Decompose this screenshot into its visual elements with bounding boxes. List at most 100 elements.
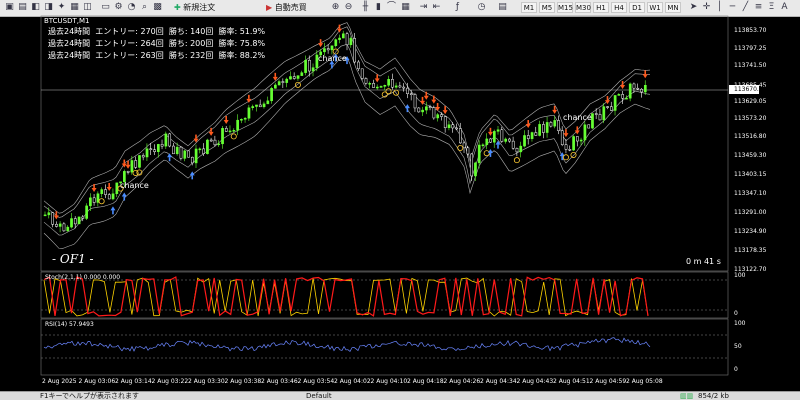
- buy-arrow-stem: [406, 108, 409, 113]
- current-price-label: 113670.30: [734, 86, 767, 93]
- candle-body: [240, 119, 243, 121]
- sell-arrow-icon: [91, 187, 97, 192]
- time-tick-label: 2 Aug 05:08: [626, 378, 663, 385]
- candle-body: [274, 84, 277, 89]
- status-profile[interactable]: Default: [306, 392, 332, 400]
- candle-body: [617, 94, 621, 96]
- candle-body: [247, 107, 251, 119]
- candle-body: [183, 150, 187, 159]
- buy-arrow-icon: [404, 104, 410, 109]
- candle-body: [85, 205, 88, 219]
- candle-body: [542, 124, 545, 133]
- candle-body: [130, 160, 134, 173]
- candle-body: [66, 226, 70, 232]
- candle-body: [515, 148, 519, 153]
- candle-body: [572, 136, 575, 151]
- sell-arrow-stem: [210, 127, 212, 132]
- candle-body: [168, 133, 172, 147]
- price-tick-label: 113347.10: [734, 190, 767, 197]
- sell-arrow-stem: [436, 103, 439, 108]
- mt4-window: ▣ ▤ ◧ ◨ ✦ ▦ ◫ ▭ ⚙ ◔ ⌕ ▩ ✚ 新規注文 ▶ 自動売買 ⊕ …: [0, 0, 800, 400]
- candle-body: [466, 147, 470, 155]
- candle-body: [236, 119, 239, 131]
- candle-body: [77, 216, 81, 225]
- candle-body: [251, 106, 255, 109]
- price-tick-label: 113178.35: [734, 247, 767, 254]
- sell-arrow-stem: [93, 183, 95, 188]
- candle-body: [353, 38, 356, 63]
- candle-body: [489, 138, 492, 143]
- candle-body: [330, 45, 334, 51]
- time-tick-label: 2 Aug 04:18: [407, 378, 444, 385]
- time-tick-label: 2 Aug 03:22: [151, 378, 189, 385]
- candle-body: [55, 224, 58, 227]
- candle-body: [511, 140, 515, 149]
- candle-body: [391, 79, 394, 88]
- status-bar: F1キーでヘルプが表示されます Default ▥▥ 854/2 kb: [0, 391, 800, 400]
- candle-body: [640, 88, 643, 93]
- candle-body: [194, 148, 198, 164]
- sell-arrow-stem: [425, 91, 428, 96]
- stats-line-3: 過去24時間 エントリー: 263回 勝ち: 232回 勝率: 88.2%: [48, 51, 266, 60]
- sell-arrow-stem: [433, 95, 435, 100]
- candle-body: [481, 144, 485, 147]
- sell-arrow-stem: [444, 106, 446, 111]
- time-tick-label: 2 Aug 04:43: [516, 378, 554, 385]
- time-tick-label: 2 Aug 03:30: [188, 378, 225, 385]
- price-tick-label: 113403.15: [734, 171, 767, 178]
- time-tick-label: 2 Aug 03:06: [78, 378, 116, 385]
- candle-body: [451, 124, 455, 129]
- candle-body: [606, 106, 609, 108]
- candle-body: [538, 124, 541, 136]
- sell-arrow-icon: [374, 78, 380, 83]
- buy-arrow-stem: [168, 157, 171, 162]
- sell-arrow-stem: [489, 127, 492, 132]
- price-tick-label: 113797.25: [734, 45, 767, 52]
- buy-arrow-stem: [561, 156, 563, 161]
- sell-arrow-stem: [606, 96, 609, 101]
- candle-body: [285, 78, 289, 83]
- candle-body: [360, 68, 364, 79]
- candle-body: [387, 79, 390, 86]
- candle-body: [175, 146, 179, 155]
- sell-arrow-icon: [125, 164, 131, 169]
- candle-body: [496, 129, 500, 132]
- candle-body: [292, 76, 296, 79]
- chance-label: chance: [318, 54, 347, 63]
- sell-arrow-icon: [272, 76, 278, 81]
- price-tick-label: 113516.80: [734, 133, 767, 140]
- time-tick-label: 2 Aug 03:54: [297, 378, 335, 385]
- candle-body: [107, 194, 111, 200]
- exit-circle-icon: [513, 157, 520, 164]
- sell-arrow-stem: [225, 116, 227, 121]
- sell-arrow-stem: [123, 159, 126, 164]
- sell-arrow-icon: [336, 28, 342, 33]
- candle-body: [138, 155, 141, 168]
- rsi-scale-top: 100: [734, 320, 746, 327]
- buy-arrow-icon: [167, 153, 173, 158]
- candle-body: [413, 94, 417, 109]
- sell-arrow-icon: [193, 138, 199, 143]
- candle-body: [255, 104, 258, 107]
- sell-arrow-stem: [565, 129, 567, 134]
- sell-arrow-stem: [195, 134, 197, 139]
- candle-body: [104, 189, 107, 195]
- candle-body: [364, 78, 368, 84]
- sell-arrow-icon: [525, 124, 531, 129]
- sell-arrow-icon: [431, 99, 437, 104]
- sell-arrow-icon: [487, 131, 493, 136]
- buy-arrow-stem: [489, 152, 492, 157]
- price-tick-label: 113291.00: [734, 209, 767, 216]
- time-tick-label: 2 Aug 03:14: [115, 378, 152, 385]
- candle-body: [560, 130, 564, 145]
- sell-arrow-icon: [53, 215, 59, 220]
- candle-body: [519, 145, 523, 153]
- time-tick-label: 2 Aug 2025: [42, 378, 77, 385]
- buy-arrow-stem: [497, 144, 499, 149]
- time-tick-label: 2 Aug 03:38: [224, 378, 262, 385]
- candle-body: [43, 214, 47, 217]
- rsi-label: RSI(14) 57.9493: [45, 321, 94, 328]
- candle-body: [598, 114, 602, 121]
- candle-body: [474, 162, 477, 177]
- candle-body: [357, 61, 360, 70]
